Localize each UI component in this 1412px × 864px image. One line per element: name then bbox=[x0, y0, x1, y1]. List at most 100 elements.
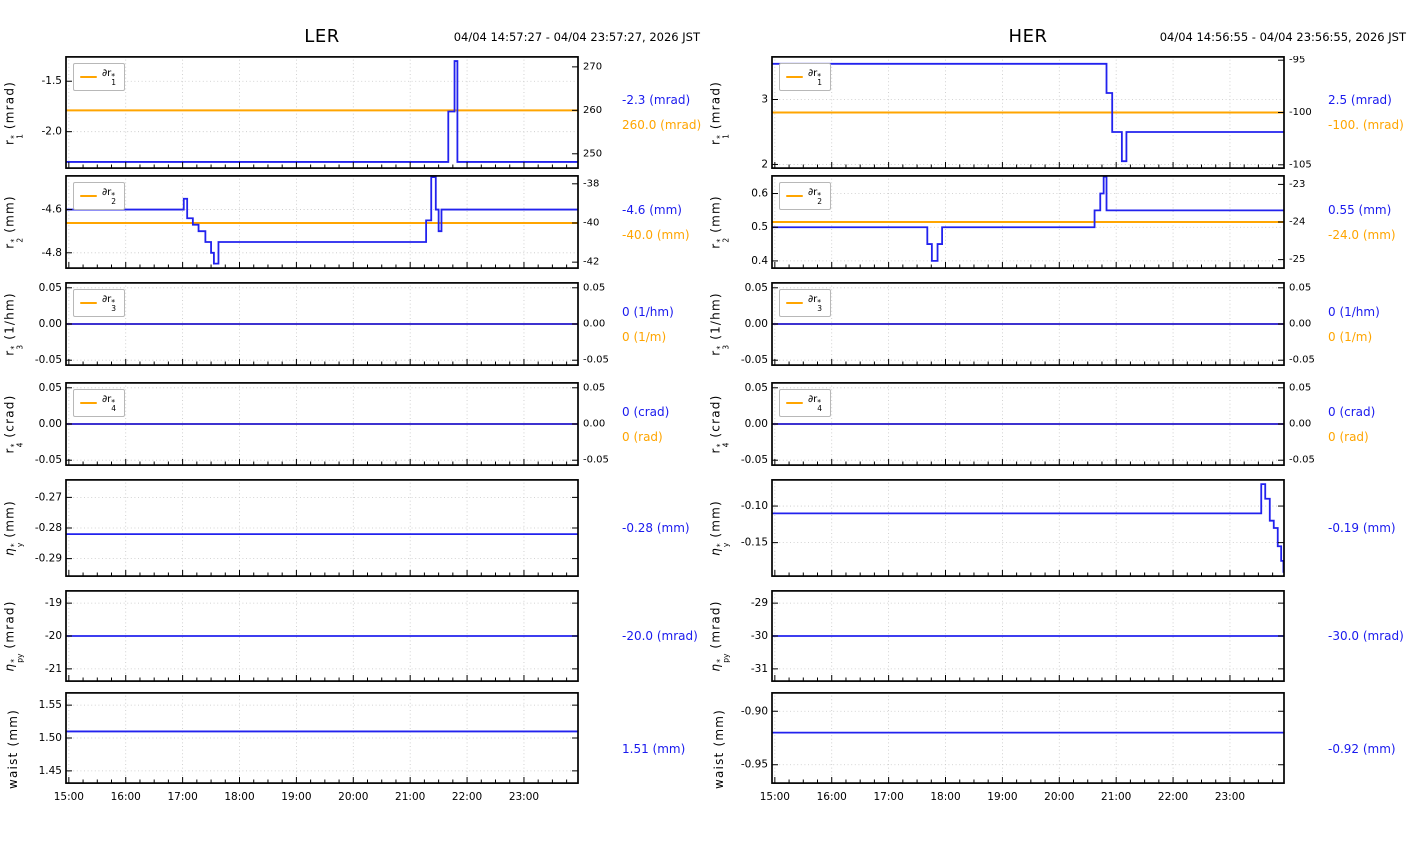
legend-label: ∂r * 3 bbox=[102, 294, 117, 313]
svg-text:-0.28: -0.28 bbox=[35, 522, 62, 534]
svg-text:-0.29: -0.29 bbox=[35, 553, 62, 565]
her-header: HER 04/04 14:56:55 - 04/04 23:56:55, 202… bbox=[706, 0, 1412, 56]
legend-label: ∂r * 4 bbox=[808, 394, 823, 413]
blue-value-r4: 0 (crad) bbox=[622, 404, 670, 419]
ler-column: LER 04/04 14:57:27 - 04/04 23:57:27, 202… bbox=[0, 0, 706, 864]
svg-text:0.05: 0.05 bbox=[745, 282, 768, 294]
current-values-r2: -4.6 (mm) -40.0 (mm) bbox=[612, 175, 706, 269]
svg-text:0.00: 0.00 bbox=[39, 418, 62, 430]
plot-eta-py: -29 -30 -31 bbox=[751, 590, 1285, 682]
current-values-r1: 2.5 (mrad) -100. (mrad) bbox=[1318, 56, 1412, 169]
svg-text:15:00: 15:00 bbox=[54, 791, 84, 803]
svg-text:-100: -100 bbox=[1289, 107, 1312, 118]
svg-text:2: 2 bbox=[761, 158, 768, 169]
current-values-r3: 0 (1/hm) 0 (1/m) bbox=[612, 282, 706, 366]
legend-orange-line-icon bbox=[80, 194, 97, 198]
svg-text:-0.05: -0.05 bbox=[35, 354, 62, 366]
svg-text:21:00: 21:00 bbox=[1101, 791, 1131, 803]
y-axis-label-r4: r * 4 (crad) bbox=[708, 394, 731, 454]
svg-text:-25: -25 bbox=[1289, 254, 1305, 265]
svg-text:-0.15: -0.15 bbox=[741, 537, 768, 549]
legend-r1: ∂r * 1 bbox=[73, 63, 126, 91]
svg-text:16:00: 16:00 bbox=[817, 791, 847, 803]
blue-value-r3: 0 (1/hm) bbox=[1328, 304, 1380, 319]
current-values-waist: -0.92 (mm) bbox=[1318, 692, 1412, 806]
svg-text:1.45: 1.45 bbox=[39, 765, 62, 777]
current-values-r1: -2.3 (mrad) 260.0 (mrad) bbox=[612, 56, 706, 169]
blue-series-line bbox=[772, 483, 1285, 573]
y-axis-label-r1: r * 1 (mrad) bbox=[708, 80, 731, 145]
current-values-waist: 1.51 (mm) bbox=[612, 692, 706, 806]
svg-text:0.00: 0.00 bbox=[745, 418, 768, 430]
legend-r4: ∂r * 4 bbox=[73, 389, 126, 417]
svg-text:18:00: 18:00 bbox=[224, 791, 254, 803]
y-axis-label-r1: r * 1 (mrad) bbox=[2, 80, 25, 145]
legend-r4: ∂r * 4 bbox=[779, 389, 832, 417]
svg-text:0.00: 0.00 bbox=[1289, 319, 1311, 330]
current-values-r3: 0 (1/hm) 0 (1/m) bbox=[1318, 282, 1412, 366]
svg-text:1.50: 1.50 bbox=[39, 732, 62, 744]
panel-r2: r * 2 (mm) -4.6 -4.8 -38 -40 -42 -4.6 (mm) -40.0 … bbox=[0, 175, 706, 269]
svg-text:-0.05: -0.05 bbox=[741, 354, 768, 366]
orange-value-r2: -40.0 (mm) bbox=[622, 227, 690, 242]
ler-header: LER 04/04 14:57:27 - 04/04 23:57:27, 202… bbox=[0, 0, 706, 56]
optics-monitor-dashboard: LER 04/04 14:57:27 - 04/04 23:57:27, 202… bbox=[0, 0, 1412, 864]
y-axis-label-waist: waist (mm) bbox=[712, 708, 726, 790]
svg-text:23:00: 23:00 bbox=[509, 791, 539, 803]
legend-r3: ∂r * 3 bbox=[779, 289, 832, 317]
panel-waist: waist (mm) 1.55 1.50 1.45 15:00 16:00 17:00 18:… bbox=[0, 692, 706, 806]
svg-text:19:00: 19:00 bbox=[281, 791, 311, 803]
blue-value-r2: 0.55 (mm) bbox=[1328, 202, 1392, 217]
svg-text:0.05: 0.05 bbox=[39, 382, 62, 394]
svg-text:-4.6: -4.6 bbox=[42, 204, 63, 216]
blue-value-r1: 2.5 (mrad) bbox=[1328, 93, 1392, 107]
svg-text:0.05: 0.05 bbox=[745, 382, 768, 394]
blue-series-line bbox=[66, 60, 578, 163]
svg-text:0.6: 0.6 bbox=[751, 188, 768, 200]
svg-text:-42: -42 bbox=[583, 257, 599, 268]
plot-eta-y: -0.10 -0.15 bbox=[741, 479, 1285, 577]
legend-label: ∂r * 4 bbox=[102, 394, 117, 413]
svg-text:0.4: 0.4 bbox=[751, 255, 768, 267]
y-axis-label-waist: waist (mm) bbox=[6, 708, 20, 790]
legend-r2: ∂r * 2 bbox=[779, 182, 832, 210]
svg-text:0.00: 0.00 bbox=[1289, 419, 1311, 430]
svg-text:-95: -95 bbox=[1289, 56, 1305, 66]
svg-text:-0.27: -0.27 bbox=[35, 491, 62, 503]
svg-text:3: 3 bbox=[761, 94, 768, 106]
svg-text:0.5: 0.5 bbox=[751, 221, 768, 233]
panel-eta-y: η * y (mm) -0.27 -0.28 -0.29 -0.28 (mm) bbox=[0, 479, 706, 577]
legend-orange-line-icon bbox=[80, 301, 97, 305]
svg-text:-21: -21 bbox=[45, 663, 62, 675]
svg-text:17:00: 17:00 bbox=[167, 791, 197, 803]
svg-text:-4.8: -4.8 bbox=[42, 247, 63, 259]
svg-text:-0.05: -0.05 bbox=[1289, 355, 1315, 366]
svg-text:-105: -105 bbox=[1289, 159, 1312, 169]
orange-value-r2: -24.0 (mm) bbox=[1328, 227, 1396, 242]
orange-value-r4: 0 (rad) bbox=[622, 429, 663, 444]
svg-text:-0.05: -0.05 bbox=[741, 454, 768, 466]
svg-text:-40: -40 bbox=[583, 217, 599, 228]
blue-value-r2: -4.6 (mm) bbox=[622, 202, 682, 217]
legend-r2: ∂r * 2 bbox=[73, 182, 126, 210]
ler-title: LER bbox=[304, 26, 340, 47]
svg-text:-0.05: -0.05 bbox=[583, 355, 609, 366]
orange-value-r3: 0 (1/m) bbox=[1328, 329, 1373, 344]
svg-text:-0.05: -0.05 bbox=[583, 455, 609, 466]
y-axis-label-r2: r * 2 (mm) bbox=[2, 195, 25, 249]
svg-text:-31: -31 bbox=[751, 663, 768, 675]
svg-text:0.00: 0.00 bbox=[583, 319, 605, 330]
svg-text:-23: -23 bbox=[1289, 179, 1305, 190]
panel-r1: r * 1 (mrad) -1.5 -2.0 270 260 250 -2.3 (mrad) 26… bbox=[0, 56, 706, 169]
y-axis-label-eta-y: η * y (mm) bbox=[2, 500, 25, 556]
svg-text:250: 250 bbox=[583, 148, 602, 159]
plot-eta-py: -19 -20 -21 bbox=[45, 590, 579, 682]
legend-orange-line-icon bbox=[80, 75, 97, 79]
current-values-r4: 0 (crad) 0 (rad) bbox=[1318, 382, 1412, 466]
svg-text:22:00: 22:00 bbox=[1158, 791, 1188, 803]
panel-r3: r * 3 (1/hm) 0.05 0.00 -0.05 0.05 0.00 -0.05 0 (1… bbox=[706, 282, 1412, 366]
current-values-r4: 0 (crad) 0 (rad) bbox=[612, 382, 706, 466]
legend-label: ∂r * 1 bbox=[102, 68, 117, 87]
blue-value-eta-py: -30.0 (mrad) bbox=[1328, 629, 1404, 643]
svg-text:0.00: 0.00 bbox=[745, 318, 768, 330]
